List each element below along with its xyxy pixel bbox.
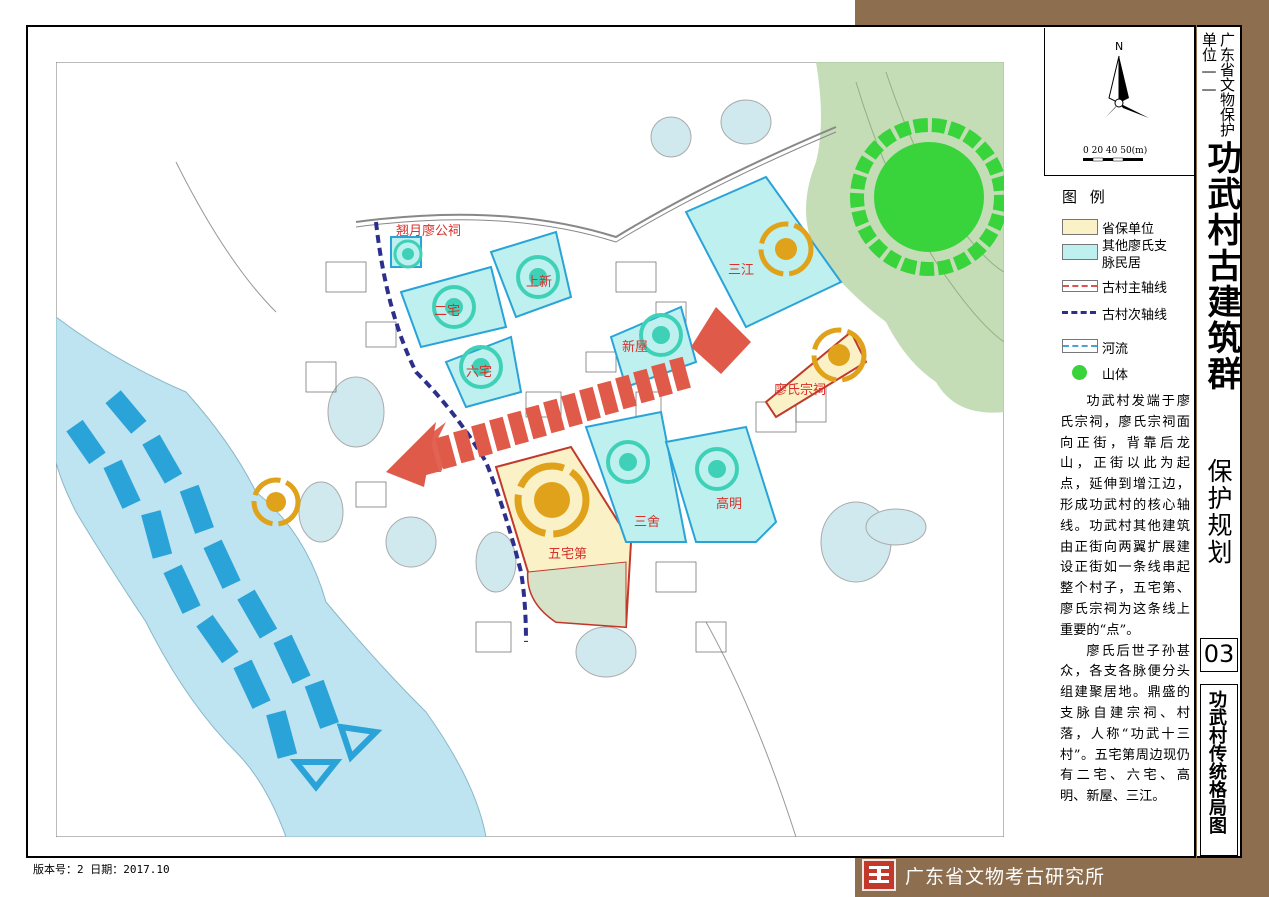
institute-name: 广东省文物考古研究所: [905, 866, 1106, 888]
legend-item-mountain: 山体: [1062, 363, 1192, 383]
legend-item-provincial: 省保单位: [1062, 216, 1192, 237]
project-title-sub: 保护规划: [1204, 458, 1233, 566]
pond: [385, 516, 437, 568]
sheet-title: 功武村传统格局图: [1206, 690, 1227, 834]
legend-swatch: [1062, 219, 1098, 235]
legend-item-branch: 其他廖氏支脉民居: [1062, 238, 1192, 274]
label-erzhai: 二宅: [434, 304, 460, 319]
legend-swatch: [1062, 307, 1096, 317]
label-xinwu: 新屋: [622, 339, 648, 355]
label-sanshe: 三舍: [634, 515, 660, 530]
north-arrow-box: N 0 20 40 50(m): [1044, 28, 1194, 176]
legend-label: 古村次轴线: [1102, 308, 1168, 323]
legend-swatch: [1072, 365, 1087, 380]
institute-logo-icon: [862, 859, 896, 891]
project-title-main: 功武村古建筑群: [1201, 140, 1241, 392]
legend-item-secondary-axis: 古村次轴线: [1062, 303, 1192, 323]
pond: [475, 531, 517, 593]
description-text: 功武村发端于廖氏宗祠，廖氏宗祠面向正街，背靠后龙山，正街以此为起点，延伸到增江边…: [1060, 392, 1190, 808]
legend-label: 古村主轴线: [1102, 281, 1168, 296]
sheet-number: 03: [1200, 638, 1238, 672]
label-shangxin: 上新: [526, 274, 552, 290]
legend-title: 图 例: [1062, 188, 1109, 206]
project-title-small: 广东省文物保护单位——: [1200, 32, 1236, 137]
north-arrow-icon: N 0 20 40 50(m): [1083, 40, 1149, 162]
legend-label: 省保单位: [1102, 222, 1155, 237]
label-gaoming: 高明: [716, 496, 742, 512]
legend-swatch: [1062, 244, 1098, 260]
top-margin: [0, 0, 855, 25]
label-sanjiang: 三江: [728, 263, 754, 278]
pond: [298, 481, 344, 543]
legend-item-main-axis: 古村主轴线: [1062, 276, 1192, 296]
legend-swatch: [1062, 280, 1098, 292]
scale-label: 0 20 40 50(m): [1083, 145, 1147, 156]
legend-swatch: [1062, 339, 1098, 353]
version-info: 版本号：2 日期：2017.10: [33, 863, 170, 876]
village-map[interactable]: 翘月廖公祠 二宅 上新 六宅 新屋 三江 廖氏宗祠 三舍 高明 五宅第: [56, 62, 1004, 837]
legend-label: 河流: [1102, 342, 1129, 357]
legend-label: 其他廖氏支脉民居: [1102, 239, 1168, 271]
description-paragraph: 功武村发端于廖氏宗祠，廖氏宗祠面向正街，背靠后龙山，正街以此为起点，延伸到增江边…: [1060, 394, 1190, 638]
label-chaoyue: 翘月廖公祠: [396, 223, 461, 239]
north-letter: N: [1115, 40, 1123, 53]
description-paragraph: 廖氏后世子孙甚众，各支各脉便分头组建聚居地。鼎盛的支脉自建宗祠、村落，人称“功武…: [1060, 643, 1190, 805]
label-wuzhaidi: 五宅第: [548, 547, 587, 562]
legend-label: 山体: [1102, 368, 1129, 383]
pond: [720, 99, 772, 145]
pond: [865, 508, 927, 546]
pond: [575, 626, 637, 678]
label-zongci: 廖氏宗祠: [774, 382, 826, 398]
pond: [327, 376, 385, 448]
legend-item-river: 河流: [1062, 337, 1192, 357]
label-liuzhai: 六宅: [466, 365, 492, 380]
pond: [650, 116, 692, 158]
